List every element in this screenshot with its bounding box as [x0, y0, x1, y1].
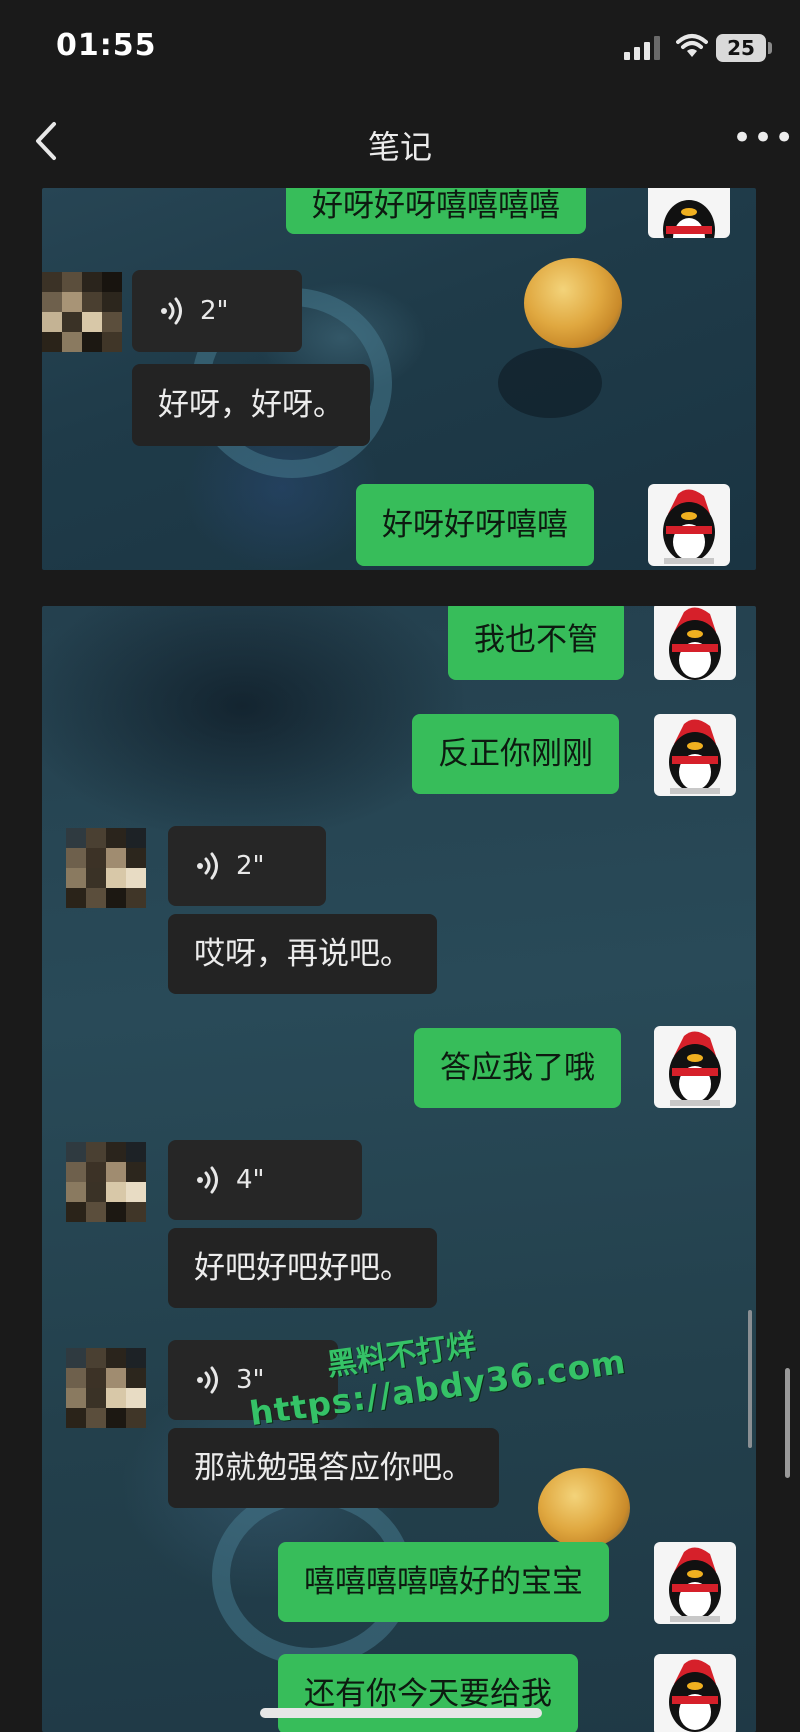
voice-wave-icon: [161, 297, 182, 325]
voice-wave-icon: [197, 852, 218, 880]
beach-ball-decoration: [524, 258, 622, 348]
status-time: 01:55: [56, 28, 157, 63]
voice-message[interactable]: 4": [168, 1140, 362, 1220]
voice-message[interactable]: 2": [168, 826, 326, 906]
chat-bubble-sent[interactable]: 嘻嘻嘻嘻嘻好的宝宝: [278, 1542, 609, 1622]
contact-avatar[interactable]: [66, 1348, 146, 1428]
penguin-avatar-icon: [663, 200, 715, 238]
chat-bubble-sent[interactable]: 反正你刚刚: [412, 714, 619, 794]
chat-bubble-sent[interactable]: 好呀好呀嘻嘻: [356, 484, 594, 566]
battery-tip: [768, 42, 772, 54]
voice-duration: 4": [236, 1165, 265, 1195]
chat-bubble-received[interactable]: 好呀，好呀。: [132, 364, 370, 446]
voice-duration: 2": [236, 851, 265, 881]
penguin-avatar-icon: [669, 719, 721, 794]
contact-avatar[interactable]: [42, 272, 122, 352]
my-avatar[interactable]: [654, 1542, 736, 1624]
voice-wave-icon: [197, 1366, 218, 1394]
penguin-avatar-icon: [669, 1659, 721, 1732]
scrollbar-thumb[interactable]: [785, 1368, 790, 1478]
penguin-avatar-icon: [669, 1547, 721, 1622]
my-avatar[interactable]: [648, 484, 730, 566]
penguin-avatar-icon: [669, 1031, 721, 1106]
status-bar: 01:55 25: [0, 0, 800, 100]
screenshot-panel-2: 我也不管 反正你刚刚 2" 哎呀，再说吧。 答应我了哦 4" 好吧好吧好吧。 3…: [42, 606, 756, 1732]
chat-bubble-received[interactable]: 那就勉强答应你吧。: [168, 1428, 499, 1508]
battery-level: 25: [716, 34, 766, 62]
home-indicator[interactable]: [260, 1708, 542, 1718]
chat-bubble-sent[interactable]: 我也不管: [448, 606, 624, 680]
page-title: 笔记: [367, 128, 432, 166]
chat-bubble-sent[interactable]: 答应我了哦: [414, 1028, 621, 1108]
my-avatar[interactable]: [654, 606, 736, 680]
beach-ball-decoration: [538, 1468, 630, 1548]
my-avatar[interactable]: [648, 188, 730, 238]
contact-avatar[interactable]: [66, 1142, 146, 1222]
my-avatar[interactable]: [654, 714, 736, 796]
ball-shadow-decoration: [498, 348, 602, 418]
my-avatar[interactable]: [654, 1026, 736, 1108]
my-avatar[interactable]: [654, 1654, 736, 1732]
nav-bar: 笔记 •••: [0, 100, 800, 188]
screenshot-panel-1: 好呀好呀嘻嘻嘻嘻 2" 好呀，好呀。 好呀好呀嘻嘻: [42, 188, 756, 570]
chat-bubble-sent[interactable]: 好呀好呀嘻嘻嘻嘻: [286, 188, 586, 234]
penguin-avatar-icon: [663, 489, 715, 564]
scrollbar-thumb-inner[interactable]: [748, 1310, 752, 1448]
contact-avatar[interactable]: [66, 828, 146, 908]
chat-bubble-sent[interactable]: 还有你今天要给我: [278, 1654, 578, 1732]
signal-icon: [624, 36, 660, 60]
voice-wave-icon: [197, 1166, 218, 1194]
chat-bubble-received[interactable]: 哎呀，再说吧。: [168, 914, 437, 994]
more-dots-icon[interactable]: •••: [732, 121, 794, 158]
wifi-icon: [676, 34, 708, 57]
voice-message[interactable]: 2": [132, 270, 302, 352]
chat-bubble-received[interactable]: 好吧好吧好吧。: [168, 1228, 437, 1308]
voice-duration: 2": [200, 296, 229, 326]
penguin-avatar-icon: [669, 607, 721, 680]
